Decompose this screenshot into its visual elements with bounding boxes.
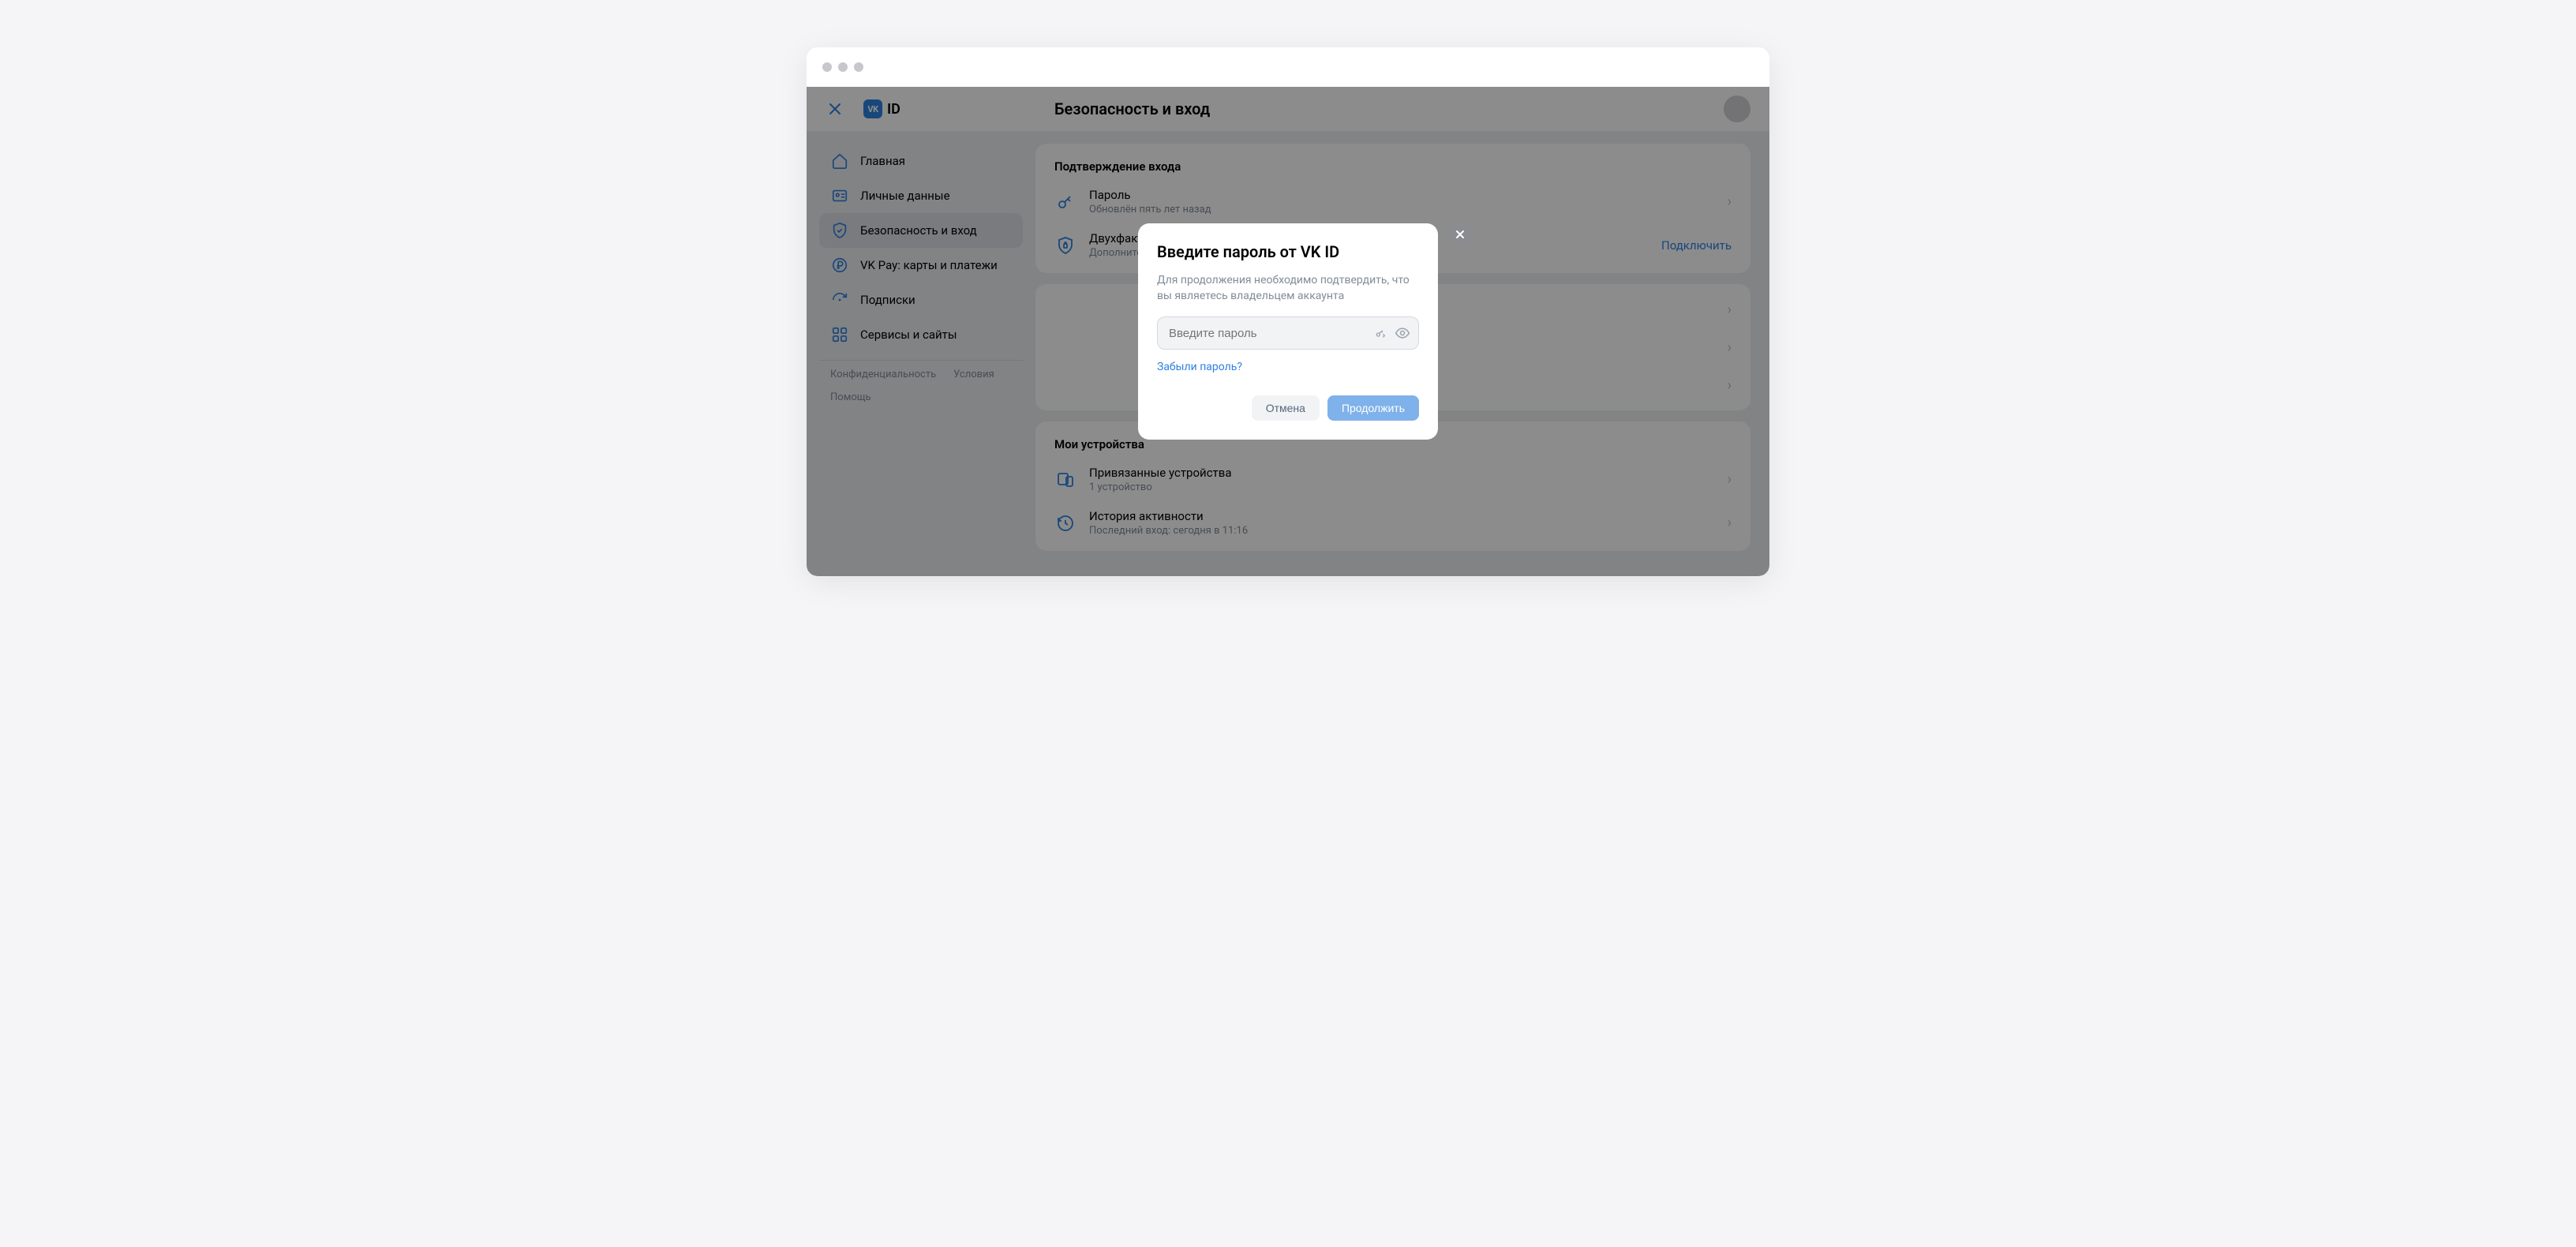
password-modal: Введите пароль от VK ID Для продолжения … [1138,223,1438,440]
traffic-minimize[interactable] [838,62,848,72]
modal-footer: Отмена Продолжить [1157,395,1419,421]
input-icons [1372,325,1410,341]
continue-button[interactable]: Продолжить [1327,395,1419,421]
modal-title: Введите пароль от VK ID [1157,242,1419,261]
content-wrap: VK ID Безопасность и вход Главная Личные… [807,87,1769,576]
x-icon [1455,230,1465,239]
app-window: VK ID Безопасность и вход Главная Личные… [807,47,1769,576]
modal-wrap: Введите пароль от VK ID Для продолжения … [1138,223,1438,440]
traffic-zoom[interactable] [854,62,863,72]
eye-icon[interactable] [1395,325,1410,341]
password-input[interactable] [1166,327,1372,340]
key-picker-icon[interactable] [1372,325,1388,341]
modal-close-button[interactable] [1449,223,1471,245]
forgot-password-link[interactable]: Забыли пароль? [1157,361,1419,373]
modal-overlay[interactable]: Введите пароль от VK ID Для продолжения … [807,87,1769,576]
modal-description: Для продолжения необходимо подтвердить, … [1157,272,1419,305]
traffic-lights [822,62,863,72]
cancel-button[interactable]: Отмена [1252,395,1320,421]
window-titlebar [807,47,1769,87]
traffic-close[interactable] [822,62,832,72]
password-input-wrap [1157,316,1419,350]
